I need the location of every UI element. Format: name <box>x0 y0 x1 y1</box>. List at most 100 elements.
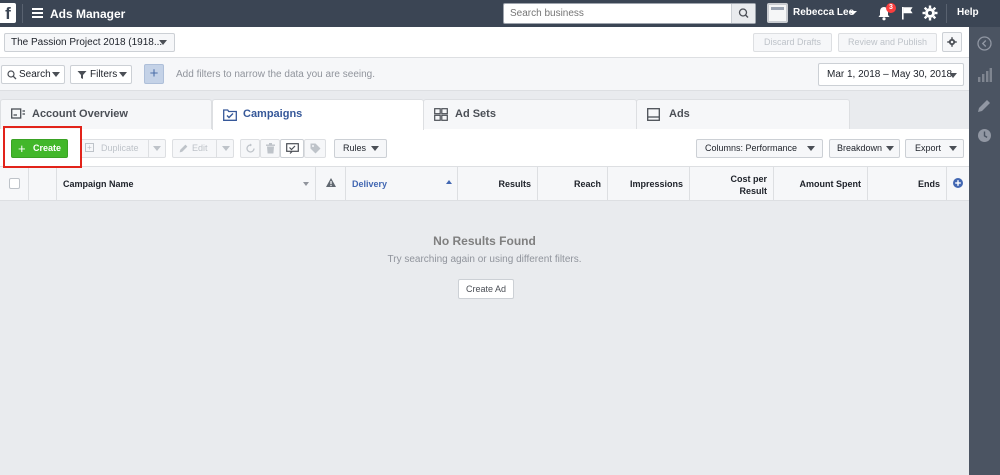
collapse-chevron-icon[interactable] <box>977 36 992 51</box>
empty-state-subtitle: Try searching again or using different f… <box>387 254 582 265</box>
column-header-ends[interactable]: Ends <box>868 167 947 201</box>
add-column-cell <box>947 167 969 201</box>
date-range-picker[interactable]: Mar 1, 2018 – May 30, 2018 <box>818 63 964 86</box>
column-header-amount-spent[interactable]: Amount Spent <box>774 167 868 201</box>
top-navigation-bar: f Ads Manager Rebecca Lee 3 Help <box>0 0 1000 27</box>
ads-icon <box>647 108 660 121</box>
columns-label: Columns: Performance <box>705 143 798 153</box>
notification-count-badge: 3 <box>886 3 896 13</box>
search-icon <box>7 70 17 80</box>
preview-icon <box>286 143 299 154</box>
search-filter-button[interactable]: Search <box>1 65 65 84</box>
rules-button[interactable]: Rules <box>334 139 387 158</box>
empty-state-title: No Results Found <box>433 234 536 248</box>
refresh-button[interactable] <box>240 139 260 158</box>
business-search-input[interactable] <box>504 4 732 23</box>
user-menu-caret-icon[interactable] <box>849 11 857 15</box>
discard-drafts-button[interactable]: Discard Drafts <box>753 33 832 52</box>
account-selector[interactable]: The Passion Project 2018 (1918... <box>4 33 175 52</box>
tag-button[interactable] <box>304 139 326 158</box>
column-header-label: Amount Spent <box>799 179 862 189</box>
campaign-toolbar: + Create + Duplicate Edit Rules Columns:… <box>0 129 969 167</box>
export-label: Export <box>915 143 942 153</box>
reports-chart-icon[interactable] <box>977 68 992 82</box>
duplicate-button[interactable]: + Duplicate <box>80 139 166 158</box>
chevron-down-icon <box>949 73 957 78</box>
account-name: The Passion Project 2018 (1918... <box>11 37 163 48</box>
create-ad-button[interactable]: Create Ad <box>458 279 514 299</box>
column-header-cost-per-result[interactable]: Cost per Result <box>690 167 774 201</box>
plus-icon: + <box>18 141 26 156</box>
edit-pencil-icon[interactable] <box>977 99 991 113</box>
filter-funnel-icon <box>77 71 87 79</box>
facebook-logo[interactable]: f <box>0 3 16 23</box>
column-header-label: Reach <box>573 179 601 189</box>
toggle-column-header <box>29 167 57 201</box>
column-header-label: Campaign Name <box>63 179 134 189</box>
tag-icon <box>310 143 321 154</box>
column-header-campaign-name[interactable]: Campaign Name <box>57 167 316 201</box>
column-header-reach[interactable]: Reach <box>538 167 608 201</box>
column-header-results[interactable]: Results <box>458 167 538 201</box>
tab-account-overview[interactable]: Account Overview <box>0 99 212 129</box>
chevron-down-icon <box>52 72 60 77</box>
column-header-impressions[interactable]: Impressions <box>608 167 690 201</box>
search-icon <box>738 8 749 18</box>
avatar[interactable] <box>767 3 788 23</box>
create-label: Create <box>33 143 62 153</box>
ad-sets-icon <box>434 108 448 121</box>
table-header: Campaign Name Delivery Results Reach Imp… <box>0 167 969 201</box>
select-all-checkbox[interactable] <box>9 178 20 189</box>
refresh-icon <box>246 143 255 153</box>
account-bar: The Passion Project 2018 (1918... Discar… <box>0 27 969 58</box>
campaigns-icon <box>223 109 237 121</box>
chevron-down-icon <box>119 72 127 77</box>
search-submit-button[interactable] <box>731 4 755 23</box>
preview-button[interactable] <box>280 139 304 158</box>
delete-button[interactable] <box>260 139 280 158</box>
tab-ads[interactable]: Ads <box>636 99 850 129</box>
app-title[interactable]: Ads Manager <box>50 7 125 21</box>
divider <box>148 140 149 157</box>
columns-performance-button[interactable]: Columns: Performance <box>696 139 823 158</box>
create-button[interactable]: + Create <box>11 139 68 158</box>
filters-label: Filters <box>90 69 118 80</box>
chevron-down-icon <box>153 146 161 151</box>
filters-button[interactable]: Filters <box>70 65 132 84</box>
add-filter-button[interactable]: + <box>144 64 164 84</box>
divider <box>22 4 23 23</box>
account-settings-button[interactable] <box>942 32 962 52</box>
settings-gear-icon[interactable] <box>922 5 938 21</box>
tab-label: Account Overview <box>32 108 128 120</box>
chevron-down-icon <box>222 146 230 151</box>
edit-button[interactable]: Edit <box>172 139 234 158</box>
help-link[interactable]: Help <box>957 7 979 18</box>
edit-label: Edit <box>192 143 208 153</box>
chevron-down-icon <box>159 40 167 45</box>
divider <box>946 4 947 23</box>
breakdown-label: Breakdown <box>837 143 883 153</box>
menu-icon[interactable] <box>32 8 43 18</box>
history-clock-icon[interactable] <box>977 128 992 143</box>
tab-ad-sets[interactable]: Ad Sets <box>423 99 637 129</box>
column-header-warnings[interactable] <box>316 167 346 201</box>
right-side-rail <box>969 27 1000 475</box>
add-column-plus-icon[interactable] <box>953 178 963 188</box>
column-header-label: Cost per Result <box>730 174 767 196</box>
filter-hint-text: Add filters to narrow the data you are s… <box>176 69 376 80</box>
divider <box>216 140 217 157</box>
sort-chevron-icon <box>303 182 309 186</box>
chevron-down-icon <box>807 146 815 151</box>
review-and-publish-button[interactable]: Review and Publish <box>838 33 937 52</box>
business-search-box[interactable] <box>503 3 756 24</box>
warning-icon <box>326 178 336 187</box>
breakdown-button[interactable]: Breakdown <box>829 139 900 158</box>
column-header-delivery[interactable]: Delivery <box>346 167 458 201</box>
user-name[interactable]: Rebecca Lee <box>793 7 854 18</box>
flag-icon[interactable] <box>901 6 914 20</box>
rules-label: Rules <box>343 143 367 153</box>
tab-row: Account Overview Campaigns Ad Sets Ads <box>0 91 969 130</box>
tab-campaigns[interactable]: Campaigns <box>212 99 424 130</box>
date-range-label: Mar 1, 2018 – May 30, 2018 <box>827 69 953 80</box>
export-button[interactable]: Export <box>905 139 964 158</box>
